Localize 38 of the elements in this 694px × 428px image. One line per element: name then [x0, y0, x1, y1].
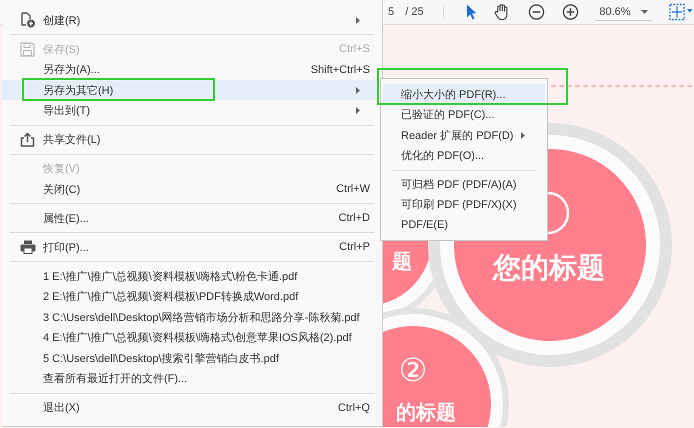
menu-item[interactable]: 查看所有最近打开的文件(F)...: [2, 368, 382, 389]
zoom-out-icon[interactable]: [528, 3, 546, 21]
menu-item[interactable]: 属性(E)... Ctrl+D: [2, 208, 382, 228]
create-file-icon: [20, 12, 36, 28]
menu-item[interactable]: 2 E:\推广\推广\总视频\资料模板\PDF转换成Word.pdf: [2, 286, 382, 307]
menu-item[interactable]: 已验证的 PDF(C)...: [383, 104, 545, 125]
menu-item[interactable]: 3 C:\Users\dell\Desktop\网络营销市场分析和思路分享-陈秋菊.pdf: [2, 306, 382, 328]
slide-title: 您的标题: [493, 251, 605, 284]
menu-item[interactable]: 缩小大小的 PDF(R)...: [383, 84, 545, 104]
menu-item[interactable]: 创建(R): [2, 10, 382, 30]
caret-icon: [641, 10, 648, 14]
menu-item[interactable]: 可印刷 PDF (PDF/X)(X): [383, 194, 545, 215]
printer-icon: [20, 240, 36, 254]
share-icon: [20, 132, 35, 147]
fit-page-icon[interactable]: [669, 3, 694, 21]
menu-item[interactable]: 退出(X) Ctrl+Q: [2, 397, 382, 418]
menu-item[interactable]: 5 C:\Users\dell\Desktop\搜索引擎营销白皮书.pdf: [2, 348, 382, 368]
page-count: / 25: [405, 6, 444, 18]
menu-item[interactable]: 关闭(C) Ctrl+W: [2, 178, 382, 200]
menu-item[interactable]: 可归档 PDF (PDF/A)(A): [383, 174, 545, 194]
zoom-dropdown[interactable]: 80.6%: [595, 4, 652, 20]
menu-item[interactable]: PDF/E(E): [383, 215, 545, 236]
menu-item[interactable]: 导出到(T): [2, 100, 382, 121]
menu-item[interactable]: 打印(P)... Ctrl+P: [2, 236, 382, 258]
menu-item[interactable]: 另存为其它(H): [2, 80, 382, 100]
zoom-in-icon[interactable]: [562, 3, 580, 21]
slide-number: ②: [398, 351, 428, 389]
page-number-field[interactable]: 5: [386, 6, 402, 18]
save-icon: [20, 42, 35, 56]
slide-title: 题: [392, 249, 412, 273]
menu-item[interactable]: 1 E:\推广\推广\总视频\资料模板\嗨格式\粉色卡通.pdf: [2, 266, 382, 286]
menu-item[interactable]: 4 E:\推广\推广\总视频\资料模板\嗨格式\创意苹果IOS风格(2).pdf: [2, 327, 382, 348]
menu-item[interactable]: 另存为(A)... Shift+Ctrl+S: [2, 59, 382, 80]
slide-title: 的标题: [396, 400, 456, 424]
menu-item[interactable]: 优化的 PDF(O)...: [383, 146, 545, 166]
menu-item[interactable]: Reader 扩展的 PDF(D): [383, 125, 545, 146]
select-pointer-icon[interactable]: [466, 3, 478, 21]
menu-item[interactable]: 共享文件(L): [2, 129, 382, 150]
